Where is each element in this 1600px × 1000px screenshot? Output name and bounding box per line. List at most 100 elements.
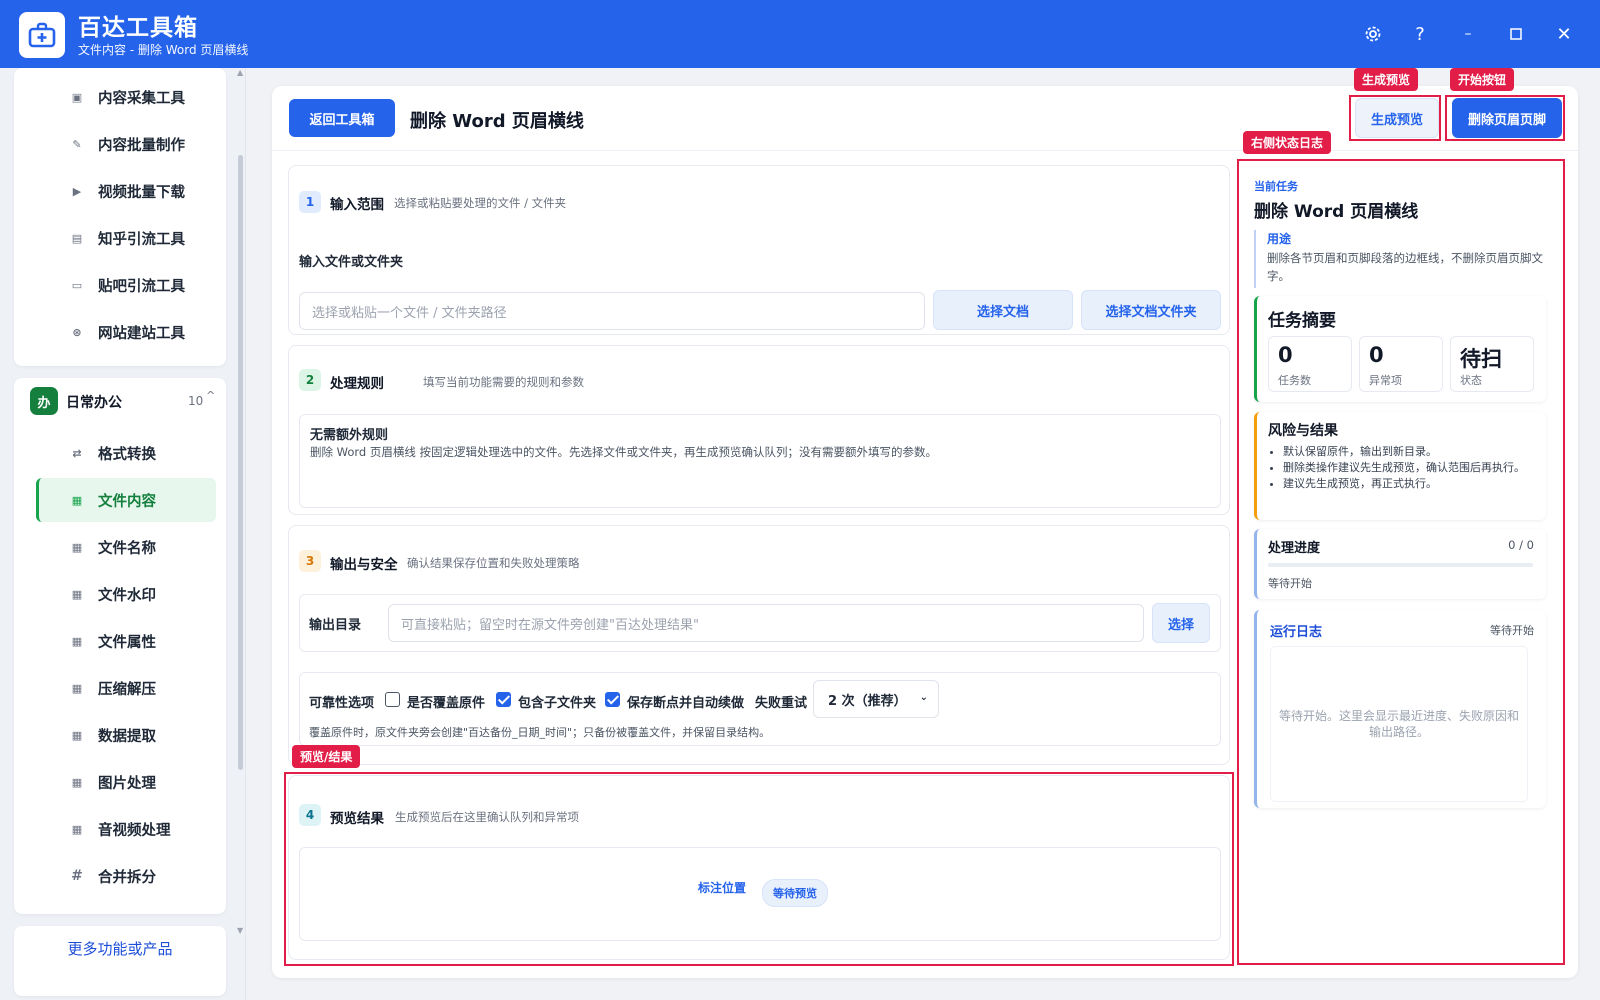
sidebar-item-format-convert[interactable]: ⇄ 格式转换 xyxy=(36,431,216,475)
retry-value: 2 次（推荐） xyxy=(828,693,907,709)
include-subfolders-label: 包含子文件夹 xyxy=(518,696,597,711)
settings-icon[interactable] xyxy=(1357,18,1389,50)
sidebar-scrollbar[interactable] xyxy=(238,155,243,770)
sidebar-item-label: 文件属性 xyxy=(98,634,156,651)
sidebar-item-merge-split[interactable]: # 合并拆分 xyxy=(36,854,216,898)
chevron-up-icon[interactable]: ^ xyxy=(206,389,215,402)
grid-icon: ▦ xyxy=(71,493,83,507)
sidebar-item-label: 音视频处理 xyxy=(98,822,171,839)
select-document-button[interactable]: 选择文档 xyxy=(933,290,1073,330)
app-title: 百达工具箱 xyxy=(78,15,198,41)
reliability-note: 覆盖原件时，原文件夹旁会创建"百达备份_日期_时间"；只备份被覆盖文件，并保留目… xyxy=(309,726,771,739)
reliability-label: 可靠性选项 xyxy=(309,696,375,711)
sidebar-item-label: 合并拆分 xyxy=(98,869,156,886)
maximize-icon[interactable] xyxy=(1500,18,1532,50)
sidebar-item-file-name[interactable]: ▦ 文件名称 xyxy=(36,525,216,569)
sidebar-item-image[interactable]: ▦ 图片处理 xyxy=(36,760,216,804)
sidebar-item-data-extract[interactable]: ▦ 数据提取 xyxy=(36,713,216,757)
retry-select[interactable]: 2 次（推荐） ⌄ xyxy=(813,680,939,718)
select-output-button[interactable]: 选择 xyxy=(1152,603,1210,643)
help-icon[interactable]: ? xyxy=(1404,18,1436,50)
output-dir-label: 输出目录 xyxy=(309,618,362,633)
section-title: 输出与安全 xyxy=(330,557,398,573)
sidebar-item-label: 格式转换 xyxy=(98,446,156,463)
minimize-icon[interactable]: – xyxy=(1452,18,1484,50)
sidebar-item-compress[interactable]: ▦ 压缩解压 xyxy=(36,666,216,710)
include-subfolders-checkbox[interactable] xyxy=(496,692,511,707)
step-number: 3 xyxy=(299,550,321,572)
group-title: 日常办公 xyxy=(66,395,122,411)
overwrite-checkbox[interactable] xyxy=(385,692,400,707)
step-number: 1 xyxy=(299,191,321,213)
rule-title: 无需额外规则 xyxy=(310,428,389,443)
resume-checkbox[interactable] xyxy=(605,692,620,707)
sidebar-item-video-download[interactable]: ▶ 视频批量下载 xyxy=(36,169,216,213)
sidebar-item-label: 知乎引流工具 xyxy=(98,231,185,248)
annotation-tag-start: 开始按钮 xyxy=(1450,68,1515,91)
sidebar-item-label: 网站建站工具 xyxy=(98,325,185,342)
annotation-box-start xyxy=(1445,95,1565,141)
sidebar-item-label: 数据提取 xyxy=(98,728,156,745)
sidebar-item-tieba[interactable]: ▭ 贴吧引流工具 xyxy=(36,263,216,307)
resume-label: 保存断点并自动续做 xyxy=(627,696,745,711)
select-folder-button[interactable]: 选择文档文件夹 xyxy=(1081,290,1221,330)
hash-icon: # xyxy=(71,868,83,884)
grid-icon: ▦ xyxy=(71,728,83,742)
sidebar-item-label: 贴吧引流工具 xyxy=(98,278,185,295)
sidebar-item-label: 视频批量下载 xyxy=(98,184,185,201)
output-dir-row: 输出目录 可直接粘贴；留空时在源文件旁创建"百达处理结果" 选择 xyxy=(299,594,1221,652)
group-count: 10 xyxy=(188,394,204,408)
close-icon[interactable]: ✕ xyxy=(1548,18,1580,50)
section-title: 输入范围 xyxy=(330,197,384,213)
sidebar-more-card xyxy=(14,926,226,996)
sidebar-item-label: 压缩解压 xyxy=(98,681,156,698)
scroll-up-icon[interactable]: ▲ xyxy=(237,68,243,77)
sidebar-item-label: 内容批量制作 xyxy=(98,137,185,154)
section-rules: 2 处理规则 填写当前功能需要的规则和参数 无需额外规则 删除 Word 页眉横… xyxy=(288,345,1230,515)
collect-icon: ▣ xyxy=(71,90,83,104)
reliability-row: 可靠性选项 是否覆盖原件 包含子文件夹 保存断点并自动续做 失败重试 2 次（推… xyxy=(299,672,1221,746)
annotation-box-preview xyxy=(1349,95,1441,141)
back-to-toolbox-button[interactable]: 返回工具箱 xyxy=(289,99,395,137)
grid-icon: ▦ xyxy=(71,681,83,695)
annotation-box-result xyxy=(284,772,1234,966)
sidebar-item-label: 文件内容 xyxy=(98,493,156,510)
sidebar-item-av[interactable]: ▦ 音视频处理 xyxy=(36,807,216,851)
more-products-link[interactable]: 更多功能或产品 xyxy=(14,938,226,959)
sidebar-item-content-collect[interactable]: ▣ 内容采集工具 xyxy=(36,75,216,119)
sidebar-group-header[interactable]: 办 日常办公 10 ^ xyxy=(30,386,216,416)
overwrite-label: 是否覆盖原件 xyxy=(407,696,486,711)
input-field-label: 输入文件或文件夹 xyxy=(299,255,404,270)
scroll-down-icon[interactable]: ▼ xyxy=(237,926,243,935)
annotation-tag-right-log: 右侧状态日志 xyxy=(1243,131,1332,154)
sidebar-item-label: 内容采集工具 xyxy=(98,90,185,107)
rule-text: 删除 Word 页眉横线 按固定逻辑处理选中的文件。先选择文件或文件夹，再生成预… xyxy=(310,445,938,459)
sidebar-item-file-content[interactable]: ▦ 文件内容 xyxy=(36,478,216,522)
section-input: 1 输入范围 选择或粘贴要处理的文件 / 文件夹 输入文件或文件夹 选择或粘贴一… xyxy=(288,165,1230,335)
title-bar: 百达工具箱 文件内容 - 删除 Word 页眉横线 ? – ✕ xyxy=(0,0,1600,68)
app-subtitle: 文件内容 - 删除 Word 页眉横线 xyxy=(78,43,249,57)
input-path-field[interactable]: 选择或粘贴一个文件 / 文件夹路径 xyxy=(299,292,925,330)
grid-icon: ▦ xyxy=(71,634,83,648)
grid-icon: ▦ xyxy=(71,540,83,554)
annotation-tag-preview: 生成预览 xyxy=(1354,68,1419,91)
sidebar-item-label: 文件名称 xyxy=(98,540,156,557)
annotation-tag-result: 预览/结果 xyxy=(292,745,361,768)
sidebar-item-website[interactable]: ⊛ 网站建站工具 xyxy=(36,310,216,354)
sidebar-item-zhihu[interactable]: ▤ 知乎引流工具 xyxy=(36,216,216,260)
output-dir-field[interactable]: 可直接粘贴；留空时在源文件旁创建"百达处理结果" xyxy=(388,604,1144,642)
toolbox-plus-icon xyxy=(19,12,65,58)
grid-icon: ▦ xyxy=(71,587,83,601)
sidebar-item-label: 文件水印 xyxy=(98,587,156,604)
sidebar-item-file-props[interactable]: ▦ 文件属性 xyxy=(36,619,216,663)
sidebar-item-label: 图片处理 xyxy=(98,775,156,792)
web-icon: ⊛ xyxy=(72,325,82,339)
zhihu-icon: ▤ xyxy=(71,231,83,245)
section-desc: 填写当前功能需要的规则和参数 xyxy=(423,375,584,389)
grid-icon: ▦ xyxy=(71,822,83,836)
sidebar-item-content-batch[interactable]: ✎ 内容批量制作 xyxy=(36,122,216,166)
sidebar-item-watermark[interactable]: ▦ 文件水印 xyxy=(36,572,216,616)
swap-icon: ⇄ xyxy=(72,446,82,460)
grid-icon: ▦ xyxy=(71,775,83,789)
header-divider xyxy=(272,150,1578,151)
